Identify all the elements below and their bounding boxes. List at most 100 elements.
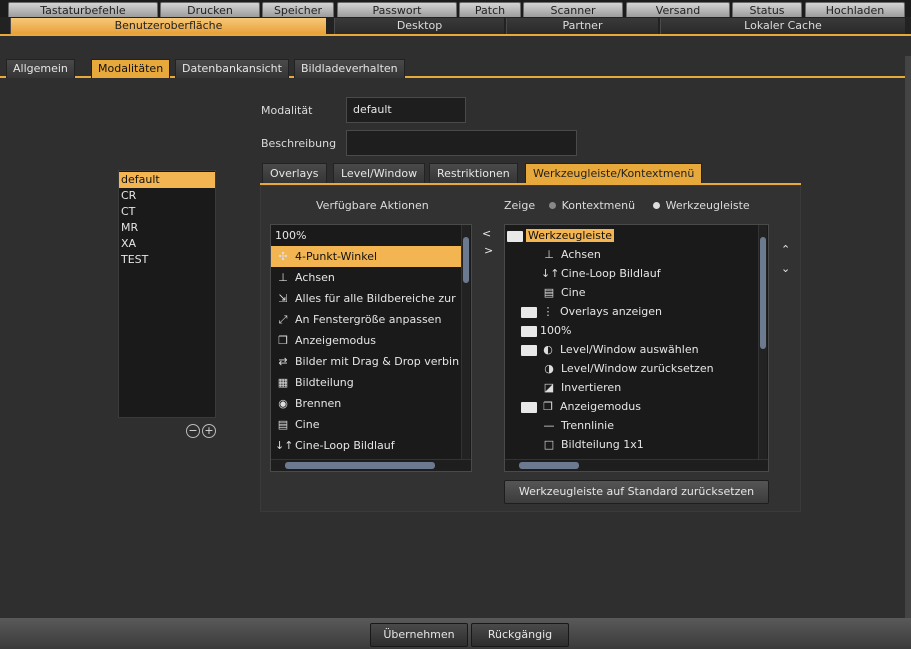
window-scrollbar[interactable] <box>905 56 911 618</box>
top-tab-1[interactable]: Drucken <box>160 2 260 17</box>
remove-modality-button[interactable]: − <box>186 424 200 438</box>
available-action-label: Alles für alle Bildbereiche zur <box>295 292 456 305</box>
top-tab-0[interactable]: Tastaturbefehle <box>8 2 158 17</box>
available-action-item[interactable]: 100% <box>271 225 461 246</box>
tree-root[interactable]: Werkzeugleiste <box>505 225 615 246</box>
top-tab-3[interactable]: Passwort <box>337 2 457 17</box>
sub-tab-1[interactable]: Modalitäten <box>91 59 171 78</box>
modality-label: Modalität <box>261 104 313 117</box>
radio-context-menu[interactable] <box>548 202 556 209</box>
description-field[interactable] <box>346 130 577 156</box>
modality-list[interactable]: default CR CT MR XA TEST <box>118 170 216 418</box>
tree-item[interactable]: ◐ Level/Window auswählen <box>505 339 699 360</box>
undo-button[interactable]: Rückgängig <box>471 623 569 647</box>
toolbar-option[interactable]: Werkzeugleiste <box>666 199 750 212</box>
modality-item[interactable]: TEST <box>119 252 215 268</box>
tree-item[interactable]: ↓↑ Cine-Loop Bildlauf <box>505 263 661 284</box>
inner-tab-2[interactable]: Restriktionen <box>429 163 518 183</box>
modality-item[interactable]: CR <box>119 188 215 204</box>
tree-item[interactable]: □ Bildteilung 1x1 <box>505 434 644 455</box>
top-tab-4[interactable]: Patch <box>459 2 521 17</box>
scroll-thumb[interactable] <box>463 237 469 283</box>
tree-item-label: 100% <box>540 324 572 337</box>
tree-item[interactable]: — Trennlinie <box>505 415 615 436</box>
available-action-label: Bildteilung <box>295 376 354 389</box>
second-tab-2[interactable]: Partner <box>506 18 658 34</box>
available-action-item[interactable]: ✣ 4-Punkt-Winkel <box>271 246 461 267</box>
move-down-button[interactable]: ⌄ <box>781 262 790 275</box>
tree-item[interactable]: ❐ Anzeigemodus <box>505 396 641 417</box>
second-tab-3[interactable]: Lokaler Cache <box>660 18 905 34</box>
level-window-icon: ◐ <box>543 343 553 356</box>
tree-item[interactable]: ◪ Invertieren <box>505 377 621 398</box>
available-action-item[interactable]: ↓↑ Cine-Loop Bildlauf <box>271 435 461 456</box>
context-menu-option[interactable]: Kontextmenü <box>562 199 636 212</box>
available-action-label: Achsen <box>295 271 335 284</box>
sub-tab-0[interactable]: Allgemein <box>6 59 75 78</box>
tree-item[interactable]: ▤ Cine <box>505 282 586 303</box>
inner-tab-0[interactable]: Overlays <box>262 163 327 183</box>
sub-tab-3[interactable]: Bildladeverhalten <box>294 59 405 78</box>
radio-toolbar[interactable] <box>652 202 660 209</box>
axes-icon: ⊥ <box>544 248 554 261</box>
tab-underline <box>0 34 911 36</box>
top-tab-8[interactable]: Hochladen <box>805 2 905 17</box>
apply-button[interactable]: Übernehmen <box>370 623 468 647</box>
available-action-item[interactable]: ❐ Anzeigemodus <box>271 330 461 351</box>
tree-item-label: Cine-Loop Bildlauf <box>561 267 661 280</box>
reset-toolbar-button[interactable]: Werkzeugleiste auf Standard zurücksetzen <box>504 480 769 504</box>
tree-hscroll[interactable] <box>505 459 768 471</box>
available-action-item[interactable]: ▦ Bildteilung <box>271 372 461 393</box>
modality-item[interactable]: CT <box>119 204 215 220</box>
modality-field[interactable]: default <box>346 97 466 123</box>
tree-item-label: Invertieren <box>561 381 622 394</box>
tree-item[interactable]: ⋮ Overlays anzeigen <box>505 301 662 322</box>
modality-item[interactable]: MR <box>119 220 215 236</box>
top-tab-7[interactable]: Status <box>732 2 802 17</box>
sub-tab-2[interactable]: Datenbankansicht <box>175 59 289 78</box>
modality-item[interactable]: default <box>119 172 215 188</box>
available-actions-list[interactable]: 100% ✣ 4-Punkt-Winkel ⊥ Achsen ⇲ Alles für all… <box>270 224 472 472</box>
cine-loop-icon: ↓↑ <box>541 267 560 280</box>
cine-loop-icon: ↓↑ <box>275 439 294 452</box>
inner-tab-1[interactable]: Level/Window <box>333 163 426 183</box>
tree-item-label: Trennlinie <box>561 419 615 432</box>
tree-item[interactable]: 100% <box>505 320 571 341</box>
inner-tab-3[interactable]: Werkzeugleiste/Kontextmenü <box>525 163 703 183</box>
tree-item[interactable]: ⊥ Achsen <box>505 244 601 265</box>
second-tab-1[interactable]: Desktop <box>334 18 504 34</box>
scroll-thumb[interactable] <box>285 462 435 469</box>
available-action-item[interactable]: ⇲ Alles für alle Bildbereiche zur <box>271 288 461 309</box>
second-tab-0[interactable]: Benutzeroberfläche <box>10 18 326 34</box>
available-hscroll[interactable] <box>271 459 471 471</box>
fit-icon: ⤢ <box>278 313 288 326</box>
top-tab-2[interactable]: Speicher <box>262 2 334 17</box>
top-tab-6[interactable]: Versand <box>626 2 730 17</box>
move-left-button[interactable]: < <box>482 227 491 240</box>
scroll-thumb[interactable] <box>519 462 579 469</box>
available-action-item[interactable]: ▤ Cine <box>271 414 461 435</box>
description-label: Beschreibung <box>261 137 337 150</box>
toolbar-tree[interactable]: Werkzeugleiste ⊥ Achsen ↓↑ Cine-Loop Bildlau… <box>504 224 769 472</box>
add-modality-button[interactable]: + <box>202 424 216 438</box>
modality-item[interactable]: XA <box>119 236 215 252</box>
move-right-button[interactable]: > <box>484 244 493 257</box>
available-action-item[interactable]: ⤢ An Fenstergröße anpassen <box>271 309 461 330</box>
cine-icon: ▤ <box>277 418 289 431</box>
available-action-item[interactable]: ⇄ Bilder mit Drag & Drop verbin <box>271 351 461 372</box>
available-vscroll[interactable] <box>461 225 470 459</box>
scroll-thumb[interactable] <box>760 237 766 349</box>
tree-item-label: Overlays anzeigen <box>560 305 663 318</box>
tree-item-label: Anzeigemodus <box>560 400 641 413</box>
axes-icon: ⊥ <box>278 271 288 284</box>
move-up-button[interactable]: ⌃ <box>781 243 790 256</box>
folder-icon <box>521 306 537 318</box>
available-action-item[interactable]: ⊥ Achsen <box>271 267 461 288</box>
display-mode-icon: ❐ <box>543 400 553 413</box>
show-selector: Zeige Kontextmenü Werkzeugleiste <box>504 199 750 212</box>
top-tab-5[interactable]: Scanner <box>523 2 623 17</box>
invert-icon: ◪ <box>543 381 555 394</box>
tree-vscroll[interactable] <box>758 225 767 459</box>
available-action-item[interactable]: ◉ Brennen <box>271 393 461 414</box>
tree-item[interactable]: ◑ Level/Window zurücksetzen <box>505 358 713 379</box>
